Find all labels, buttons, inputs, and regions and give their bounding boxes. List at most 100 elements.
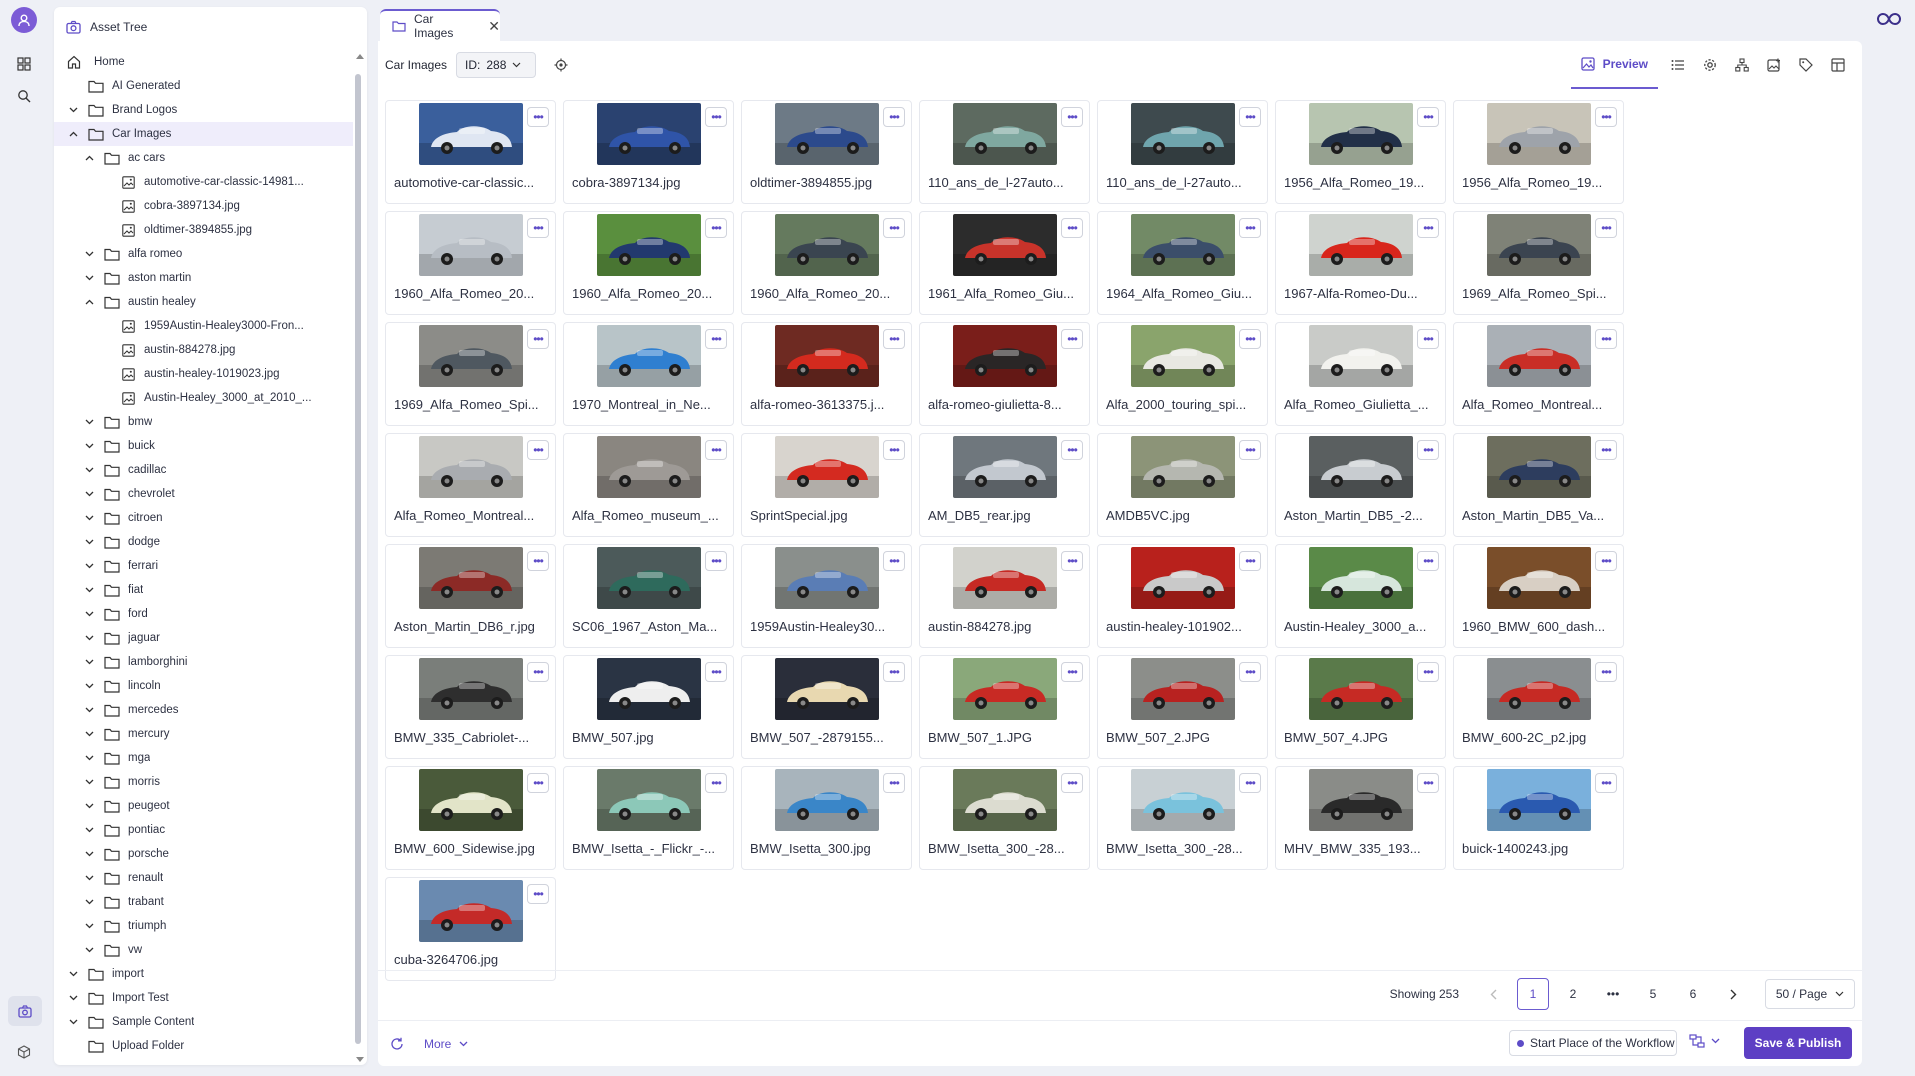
asset-card[interactable]: ••• BMW_335_Cabriolet-... [385,655,556,759]
tree-item[interactable]: aston martin [54,266,353,290]
scrollbar-thumb[interactable] [355,74,361,1044]
asset-thumbnail[interactable] [774,769,879,831]
more-options-button[interactable]: ••• [1061,773,1083,793]
tree-item[interactable]: morris [54,770,353,794]
asset-card[interactable]: ••• alfa-romeo-3613375.j... [741,322,912,426]
tree-item[interactable]: peugeot [54,794,353,818]
more-options-button[interactable]: ••• [1595,218,1617,238]
tree-scrollbar[interactable] [355,52,365,1064]
chevron-down-icon[interactable] [82,871,96,885]
asset-card[interactable]: ••• BMW_507.jpg [563,655,734,759]
asset-card[interactable]: ••• 1960_BMW_600_dash... [1453,544,1624,648]
asset-card[interactable]: ••• automotive-car-classic... [385,100,556,204]
asset-card[interactable]: ••• BMW_Isetta_300_-28... [1097,766,1268,870]
asset-card[interactable]: ••• AMDB5VC.jpg [1097,433,1268,537]
asset-card[interactable]: ••• 1969_Alfa_Romeo_Spi... [385,322,556,426]
tag-icon[interactable] [1790,49,1822,81]
tree-item[interactable]: mga [54,746,353,770]
asset-card[interactable]: ••• Alfa_2000_touring_spi... [1097,322,1268,426]
cube-icon[interactable] [14,1042,34,1062]
asset-card[interactable]: ••• BMW_Isetta_300.jpg [741,766,912,870]
more-options-button[interactable]: ••• [1239,218,1261,238]
close-tab-icon[interactable]: ✕ [488,19,500,33]
camera-icon[interactable] [8,996,42,1026]
search-icon[interactable] [14,86,34,106]
chevron-down-icon[interactable] [66,991,80,1005]
chevron-down-icon[interactable] [82,463,96,477]
asset-thumbnail[interactable] [596,325,701,387]
asset-card[interactable]: ••• 1970_Montreal_in_Ne... [563,322,734,426]
tree-item[interactable]: ford [54,602,353,626]
more-options-button[interactable]: ••• [1239,662,1261,682]
tree-item[interactable]: dodge [54,530,353,554]
tree-item[interactable]: citroen [54,506,353,530]
tree-item[interactable]: triumph [54,914,353,938]
more-options-button[interactable]: ••• [1595,662,1617,682]
chevron-down-icon[interactable] [82,679,96,693]
tree-item[interactable]: mercury [54,722,353,746]
asset-thumbnail[interactable] [952,658,1057,720]
asset-thumbnail[interactable] [952,436,1057,498]
more-options-button[interactable]: ••• [883,440,905,460]
tree-item[interactable]: lamborghini [54,650,353,674]
page-button[interactable]: 5 [1633,978,1673,1010]
asset-thumbnail[interactable] [418,214,523,276]
asset-card[interactable]: ••• 1956_Alfa_Romeo_19... [1275,100,1446,204]
more-options-button[interactable]: ••• [883,107,905,127]
asset-card[interactable]: ••• austin-884278.jpg [919,544,1090,648]
asset-card[interactable]: ••• alfa-romeo-giulietta-8... [919,322,1090,426]
more-button[interactable]: More [424,1037,468,1051]
asset-thumbnail[interactable] [596,547,701,609]
tree-item[interactable]: import [54,962,353,986]
tree-item[interactable]: lincoln [54,674,353,698]
page-button[interactable]: 2 [1553,978,1593,1010]
user-avatar[interactable] [11,7,37,33]
more-options-button[interactable]: ••• [1417,662,1439,682]
prev-page-button[interactable] [1473,978,1513,1010]
more-options-button[interactable]: ••• [1061,107,1083,127]
asset-thumbnail[interactable] [774,436,879,498]
asset-thumbnail[interactable] [1308,658,1413,720]
more-options-button[interactable]: ••• [1417,440,1439,460]
chevron-down-icon[interactable] [66,103,80,117]
asset-thumbnail[interactable] [1308,436,1413,498]
tree-item[interactable]: cobra-3897134.jpg [54,194,353,218]
asset-thumbnail[interactable] [1130,436,1235,498]
chevron-down-icon[interactable] [82,919,96,933]
asset-card[interactable]: ••• 1960_Alfa_Romeo_20... [741,211,912,315]
asset-card[interactable]: ••• AM_DB5_rear.jpg [919,433,1090,537]
asset-card[interactable]: ••• Austin-Healey_3000_a... [1275,544,1446,648]
asset-thumbnail[interactable] [418,658,523,720]
asset-thumbnail[interactable] [952,103,1057,165]
more-options-button[interactable]: ••• [1417,107,1439,127]
more-options-button[interactable]: ••• [1417,329,1439,349]
page-size-select[interactable]: 50 / Page [1765,979,1855,1009]
more-options-button[interactable]: ••• [1239,551,1261,571]
tree-item[interactable]: bmw [54,410,353,434]
more-options-button[interactable]: ••• [1239,107,1261,127]
tree-item[interactable]: austin-healey-1019023.jpg [54,362,353,386]
tree-item[interactable]: 1959Austin-Healey3000-Fron... [54,314,353,338]
more-options-button[interactable]: ••• [705,551,727,571]
chevron-down-icon[interactable] [82,775,96,789]
more-options-button[interactable]: ••• [1061,662,1083,682]
asset-thumbnail[interactable] [418,547,523,609]
chevron-down-icon[interactable] [82,751,96,765]
tree-item[interactable]: Sample Content [54,1010,353,1034]
chevron-down-icon[interactable] [82,847,96,861]
more-options-button[interactable]: ••• [1061,551,1083,571]
chevron-up-icon[interactable] [82,295,96,309]
chevron-up-icon[interactable] [82,151,96,165]
more-options-button[interactable]: ••• [1595,773,1617,793]
asset-thumbnail[interactable] [952,325,1057,387]
asset-thumbnail[interactable] [1130,214,1235,276]
chevron-down-icon[interactable] [82,439,96,453]
chevron-down-icon[interactable] [82,583,96,597]
asset-card[interactable]: ••• BMW_600_Sidewise.jpg [385,766,556,870]
more-options-button[interactable]: ••• [1061,440,1083,460]
asset-card[interactable]: ••• 110_ans_de_l-27auto... [919,100,1090,204]
more-options-button[interactable]: ••• [1595,551,1617,571]
chevron-down-icon[interactable] [82,535,96,549]
chevron-down-icon[interactable] [82,559,96,573]
asset-card[interactable]: ••• 1967-Alfa-Romeo-Du... [1275,211,1446,315]
